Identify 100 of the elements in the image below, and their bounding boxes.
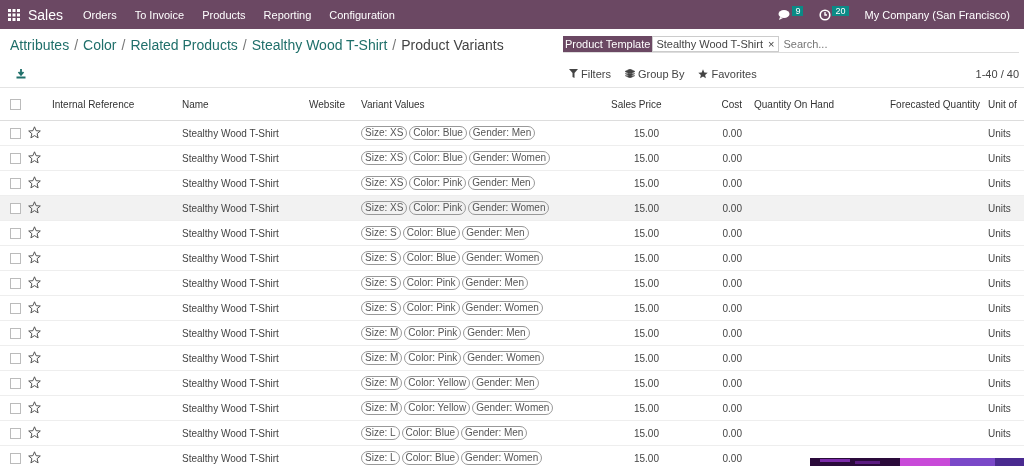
- select-all-checkbox[interactable]: [10, 98, 21, 110]
- star-icon[interactable]: [28, 400, 41, 414]
- table-cell: 0.00: [671, 145, 754, 171]
- table-cell: 15.00: [611, 345, 671, 371]
- breadcrumb-link[interactable]: Color: [83, 36, 117, 53]
- table-cell: Stealthy Wood T-Shirt: [182, 320, 309, 346]
- table-cell: Stealthy Wood T-Shirt: [182, 195, 309, 221]
- star-icon[interactable]: [28, 200, 41, 214]
- clock-icon[interactable]: [819, 8, 832, 21]
- star-icon[interactable]: [28, 125, 41, 139]
- table-cell: Stealthy Wood T-Shirt: [182, 170, 309, 196]
- table-cell: Stealthy Wood T-Shirt: [182, 370, 309, 396]
- menu-item[interactable]: Configuration: [329, 8, 395, 21]
- column-header[interactable]: Cost: [671, 88, 754, 121]
- table-cell: Stealthy Wood T-Shirt: [182, 345, 309, 371]
- filters-button[interactable]: Filters: [569, 67, 611, 80]
- row-checkbox[interactable]: [10, 177, 21, 189]
- menu-item[interactable]: Products: [202, 8, 246, 21]
- table-cell: 0.00: [671, 195, 754, 221]
- star-icon[interactable]: [28, 150, 41, 164]
- row-checkbox[interactable]: [10, 327, 21, 339]
- table-cell: 15.00: [611, 270, 671, 296]
- menu-item[interactable]: To Invoice: [134, 8, 185, 21]
- pager[interactable]: 1-40 / 40: [975, 67, 1019, 80]
- star-icon[interactable]: [28, 450, 41, 464]
- facet-value: Stealthy Wood T-Shirt: [652, 36, 766, 52]
- column-header[interactable]: Unit of: [988, 88, 1024, 121]
- column-header[interactable]: Variant Values: [361, 88, 611, 121]
- row-checkbox[interactable]: [10, 277, 21, 289]
- table-cell: 15.00: [611, 245, 671, 271]
- menu-item[interactable]: Orders: [83, 8, 117, 21]
- apps-grid-icon[interactable]: [8, 8, 20, 21]
- table-cell: 15.00: [611, 320, 671, 346]
- breadcrumb-separator: /: [242, 36, 247, 53]
- row-checkbox[interactable]: [10, 302, 21, 314]
- row-checkbox[interactable]: [10, 202, 21, 214]
- table-cell: 15.00: [611, 445, 671, 466]
- table-cell: 15.00: [611, 120, 671, 146]
- row-checkbox[interactable]: [10, 402, 21, 414]
- breadcrumb-current: Product Variants: [401, 36, 504, 53]
- table-cell: 15.00: [611, 295, 671, 321]
- row-checkbox[interactable]: [10, 227, 21, 239]
- app-name[interactable]: Sales: [28, 6, 64, 23]
- column-header[interactable]: Internal Reference: [52, 88, 182, 121]
- table-cell: 0.00: [671, 320, 754, 346]
- table-cell: Stealthy Wood T-Shirt: [182, 295, 309, 321]
- row-checkbox[interactable]: [10, 452, 21, 464]
- menu-item[interactable]: Reporting: [263, 8, 312, 21]
- table-cell: 0.00: [671, 245, 754, 271]
- star-icon[interactable]: [28, 325, 41, 339]
- table-cell: 15.00: [611, 170, 671, 196]
- star-icon[interactable]: [28, 300, 41, 314]
- star-icon[interactable]: [28, 250, 41, 264]
- facet-label: Product Template: [563, 36, 653, 52]
- table-cell: Units: [988, 245, 1024, 271]
- table-cell: Units: [988, 195, 1024, 221]
- table-cell: 15.00: [611, 370, 671, 396]
- column-header[interactable]: Name: [182, 88, 309, 121]
- breadcrumb-separator: /: [121, 36, 126, 53]
- table-cell: Stealthy Wood T-Shirt: [182, 445, 309, 466]
- star-icon[interactable]: [28, 175, 41, 189]
- row-checkbox[interactable]: [10, 352, 21, 364]
- table-cell: Stealthy Wood T-Shirt: [182, 245, 309, 271]
- breadcrumb-link[interactable]: Attributes: [10, 36, 70, 53]
- chat-icon[interactable]: [778, 8, 792, 21]
- table-cell: Units: [988, 220, 1024, 246]
- row-checkbox[interactable]: [10, 377, 21, 389]
- row-checkbox[interactable]: [10, 252, 21, 264]
- star-icon[interactable]: [28, 225, 41, 239]
- breadcrumb-link[interactable]: Related Products: [130, 36, 238, 53]
- layers-icon: [624, 69, 635, 78]
- star-icon[interactable]: [28, 275, 41, 289]
- column-header[interactable]: Quantity On Hand: [754, 88, 890, 121]
- row-checkbox[interactable]: [10, 127, 21, 139]
- star-icon[interactable]: [28, 425, 41, 439]
- column-header[interactable]: Sales Price: [611, 88, 671, 121]
- row-checkbox[interactable]: [10, 427, 21, 439]
- group-by-button[interactable]: Group By: [624, 67, 685, 80]
- table-cell: 0.00: [671, 395, 754, 421]
- breadcrumb-link[interactable]: Stealthy Wood T-Shirt: [251, 36, 388, 53]
- row-checkbox[interactable]: [10, 152, 21, 164]
- table-cell: 0.00: [671, 420, 754, 446]
- star-icon[interactable]: [28, 350, 41, 364]
- breadcrumb-separator: /: [392, 36, 397, 53]
- favorites-button[interactable]: Favorites: [698, 67, 757, 80]
- download-icon[interactable]: [16, 68, 26, 79]
- table-cell: 0.00: [671, 220, 754, 246]
- table-cell: Units: [988, 320, 1024, 346]
- column-header[interactable]: Forecasted Quantity: [890, 88, 988, 121]
- table-cell: 0.00: [671, 345, 754, 371]
- table-cell: 0.00: [671, 445, 754, 466]
- table-cell: Units: [988, 295, 1024, 321]
- table-cell: Units: [988, 420, 1024, 446]
- column-header[interactable]: Website: [309, 88, 361, 121]
- table-cell: 0.00: [671, 270, 754, 296]
- company-name[interactable]: My Company (San Francisco): [864, 8, 1010, 21]
- table-cell: Stealthy Wood T-Shirt: [182, 420, 309, 446]
- star-icon[interactable]: [28, 375, 41, 389]
- table-cell: 0.00: [671, 120, 754, 146]
- table-cell: Stealthy Wood T-Shirt: [182, 395, 309, 421]
